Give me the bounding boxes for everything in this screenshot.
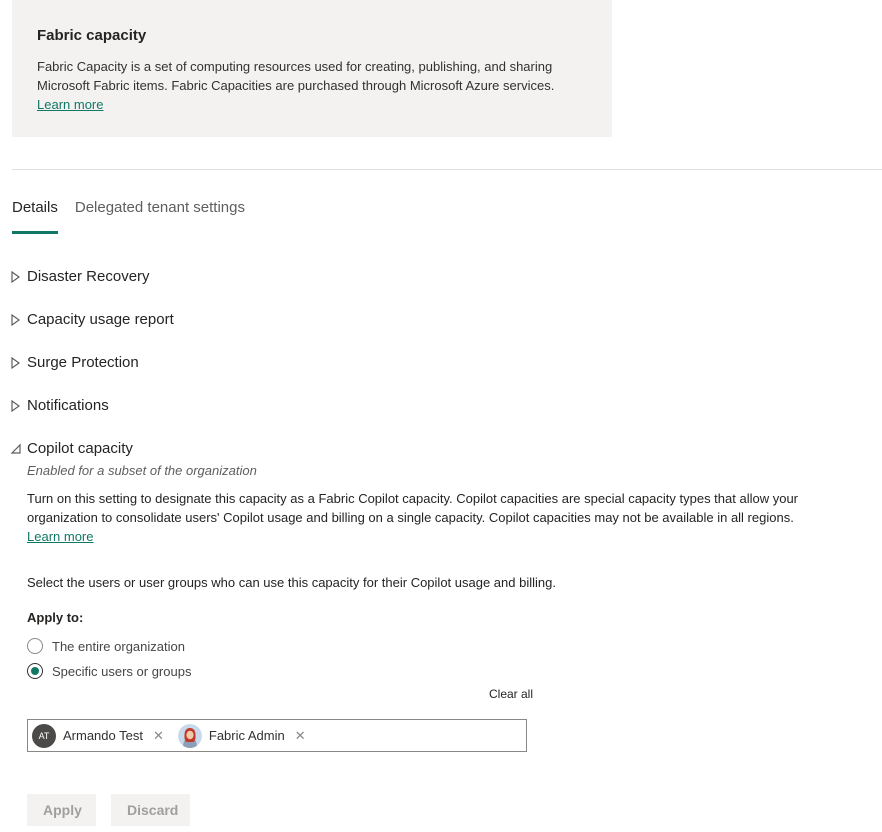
apply-to-label: Apply to: xyxy=(27,610,84,625)
apply-button[interactable]: Apply xyxy=(27,794,96,826)
person-name: Fabric Admin xyxy=(208,728,285,743)
radio-button-checked[interactable] xyxy=(27,663,43,679)
photo-avatar-icon xyxy=(177,723,202,748)
radio-entire-organization[interactable]: The entire organization xyxy=(27,638,185,654)
radio-button-unchecked[interactable] xyxy=(27,638,43,654)
info-card-learn-more-link[interactable]: Learn more xyxy=(37,97,103,112)
info-card-description-text: Fabric Capacity is a set of computing re… xyxy=(37,59,555,93)
section-divider xyxy=(12,169,882,170)
person-chip-armando-test: AT Armando Test ✕ xyxy=(32,723,164,748)
section-label: Notifications xyxy=(27,397,109,414)
section-label: Copilot capacity xyxy=(27,440,133,457)
section-capacity-usage-report[interactable]: Capacity usage report xyxy=(9,310,174,330)
section-copilot-capacity[interactable]: Copilot capacity xyxy=(9,439,133,459)
radio-specific-users-or-groups[interactable]: Specific users or groups xyxy=(27,663,191,679)
section-label: Disaster Recovery xyxy=(27,268,150,285)
remove-person-icon[interactable]: ✕ xyxy=(153,729,164,742)
radio-label: The entire organization xyxy=(52,638,185,654)
caret-right-icon xyxy=(11,270,21,284)
section-notifications[interactable]: Notifications xyxy=(9,396,109,416)
radio-label: Specific users or groups xyxy=(52,663,192,679)
caret-right-icon xyxy=(11,399,21,413)
person-chip-fabric-admin: Fabric Admin ✕ xyxy=(177,723,306,748)
info-card-title: Fabric capacity xyxy=(37,27,147,44)
section-label: Surge Protection xyxy=(27,354,139,371)
tab-details[interactable]: Details xyxy=(12,198,58,234)
copilot-capacity-content: Enabled for a subset of the organization… xyxy=(27,462,827,546)
caret-right-icon xyxy=(11,313,21,327)
caret-expanded-icon xyxy=(10,443,21,454)
caret-right-icon xyxy=(11,356,21,370)
tab-bar: Details Delegated tenant settings xyxy=(12,198,262,234)
section-disaster-recovery[interactable]: Disaster Recovery xyxy=(9,267,150,287)
section-label: Capacity usage report xyxy=(27,311,174,328)
person-name: Armando Test xyxy=(63,728,143,743)
fabric-capacity-info-card: Fabric capacity Fabric Capacity is a set… xyxy=(12,0,612,137)
copilot-description: Turn on this setting to designate this c… xyxy=(27,489,822,546)
discard-button[interactable]: Discard xyxy=(111,794,190,826)
clear-all-link[interactable]: Clear all xyxy=(489,687,533,701)
avatar-initials: AT xyxy=(32,723,56,748)
copilot-learn-more-link[interactable]: Learn more xyxy=(27,529,93,544)
copilot-status-text: Enabled for a subset of the organization xyxy=(27,463,257,478)
info-card-description: Fabric Capacity is a set of computing re… xyxy=(37,57,577,114)
remove-person-icon[interactable]: ✕ xyxy=(295,729,306,742)
tab-delegated-tenant-settings[interactable]: Delegated tenant settings xyxy=(75,198,245,234)
copilot-description-text: Turn on this setting to designate this c… xyxy=(27,491,798,525)
people-picker-input[interactable]: AT Armando Test ✕ Fabric Admin ✕ xyxy=(27,719,527,752)
section-surge-protection[interactable]: Surge Protection xyxy=(9,353,139,373)
select-users-instruction: Select the users or user groups who can … xyxy=(27,575,556,590)
